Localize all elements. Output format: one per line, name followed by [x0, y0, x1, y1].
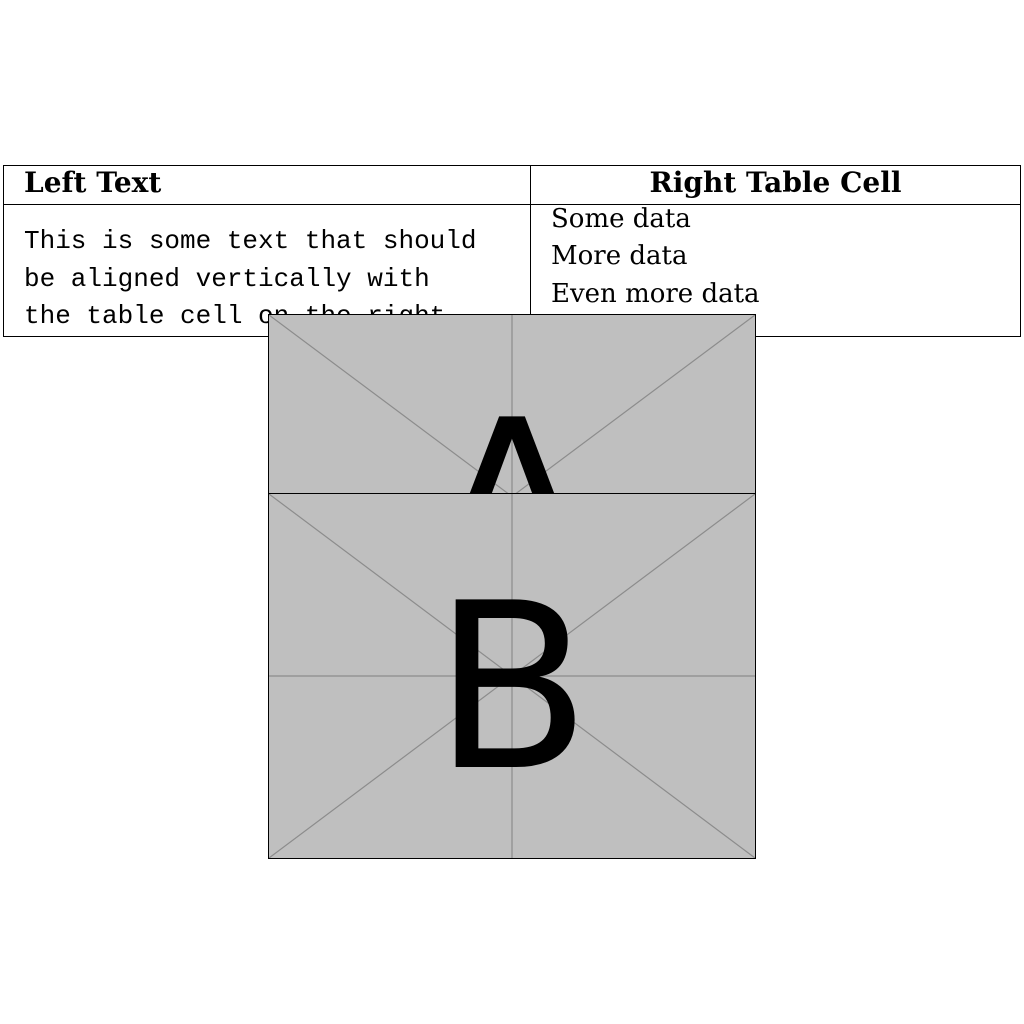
image-placeholder-b: B: [268, 493, 756, 859]
left-column-header: Left Text: [24, 166, 162, 199]
right-cell-line: More data: [551, 241, 688, 271]
right-cell-line: Some data: [551, 204, 691, 234]
header-row-divider: [4, 204, 1020, 205]
left-cell-line: This is some text that should: [24, 226, 477, 256]
right-column-header: Right Table Cell: [649, 166, 902, 199]
image-label-b: B: [433, 555, 591, 822]
right-cell-line: Even more data: [551, 279, 760, 309]
data-table: Left Text Right Table Cell This is some …: [3, 165, 1021, 337]
left-cell-line: be aligned vertically with: [24, 263, 430, 294]
